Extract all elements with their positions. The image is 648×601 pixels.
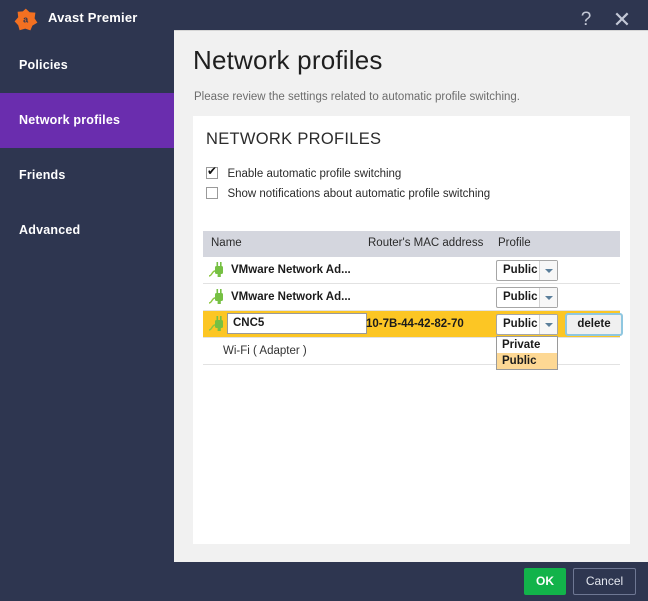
profile-name-input[interactable]: CNC5 — [227, 313, 367, 334]
table-row[interactable]: VMware Network Ad... Public — [203, 284, 620, 311]
checkbox-box[interactable] — [206, 187, 218, 199]
sidebar-item-label: Policies — [19, 58, 68, 72]
chevron-down-icon[interactable] — [539, 261, 557, 280]
enable-auto-switching-checkbox[interactable]: Enable automatic profile switching — [206, 164, 401, 182]
sidebar-item-policies[interactable]: Policies — [0, 38, 174, 93]
sidebar-item-label: Friends — [19, 168, 66, 182]
footer-bar: OK Cancel — [0, 562, 648, 601]
checkbox-label: Show notifications about automatic profi… — [227, 188, 490, 200]
checkbox-label: Enable automatic profile switching — [227, 168, 401, 180]
row-name: VMware Network Ad... — [231, 291, 351, 303]
chevron-down-icon[interactable] — [539, 315, 557, 334]
avast-logo-icon: a — [14, 8, 38, 31]
network-profiles-card: NETWORK PROFILES Enable automatic profil… — [193, 116, 630, 544]
network-plug-icon — [208, 288, 228, 306]
ok-button[interactable]: OK — [524, 568, 566, 595]
checkbox-box[interactable] — [206, 167, 218, 179]
show-notifications-checkbox[interactable]: Show notifications about automatic profi… — [206, 184, 490, 202]
sidebar-item-network-profiles[interactable]: Network profiles — [0, 93, 174, 148]
page-title: Network profiles — [193, 45, 383, 76]
sidebar-item-friends[interactable]: Friends — [0, 148, 174, 203]
network-plug-icon — [208, 315, 228, 333]
app-title: Avast Premier — [48, 10, 138, 25]
sidebar-item-label: Advanced — [19, 223, 80, 237]
delete-button[interactable]: delete — [565, 313, 623, 336]
dropdown-option-public[interactable]: Public — [497, 353, 557, 369]
table-row[interactable]: VMware Network Ad... Public — [203, 257, 620, 284]
profile-select-value: Public — [503, 318, 538, 330]
card-heading: NETWORK PROFILES — [206, 130, 381, 149]
row-mac: 10-7B-44-42-82-70 — [366, 318, 464, 330]
sidebar: Policies Network profiles Friends Advanc… — [0, 38, 174, 562]
content-panel: Network profiles Please review the setti… — [174, 30, 648, 562]
column-header-mac: Router's MAC address — [368, 237, 483, 249]
sidebar-item-label: Network profiles — [19, 113, 120, 127]
profile-select[interactable]: Public — [496, 260, 558, 281]
profile-select[interactable]: Public — [496, 287, 558, 308]
table-header-row: Name Router's MAC address Profile — [203, 231, 620, 257]
network-plug-icon — [208, 261, 228, 279]
page-subtitle: Please review the settings related to au… — [194, 91, 520, 103]
profile-dropdown-menu[interactable]: Private Public — [496, 336, 558, 370]
dropdown-option-private[interactable]: Private — [497, 337, 557, 353]
avast-settings-window: a Avast Premier ? ✕ Policies Network pro… — [0, 0, 648, 601]
cancel-button[interactable]: Cancel — [573, 568, 636, 595]
network-profiles-table: Name Router's MAC address Profile VMware… — [203, 231, 620, 365]
sidebar-item-advanced[interactable]: Advanced — [0, 203, 174, 258]
profile-select-open[interactable]: Public — [496, 314, 558, 335]
row-name: VMware Network Ad... — [231, 264, 351, 276]
column-header-name: Name — [211, 237, 242, 249]
table-row-selected[interactable]: CNC5 10-7B-44-42-82-70 Public delete Pri… — [203, 311, 620, 338]
chevron-down-icon[interactable] — [539, 288, 557, 307]
column-header-profile: Profile — [498, 237, 531, 249]
profile-select-value: Public — [503, 264, 538, 276]
row-name: Wi-Fi ( Adapter ) — [223, 345, 307, 357]
profile-select-value: Public — [503, 291, 538, 303]
